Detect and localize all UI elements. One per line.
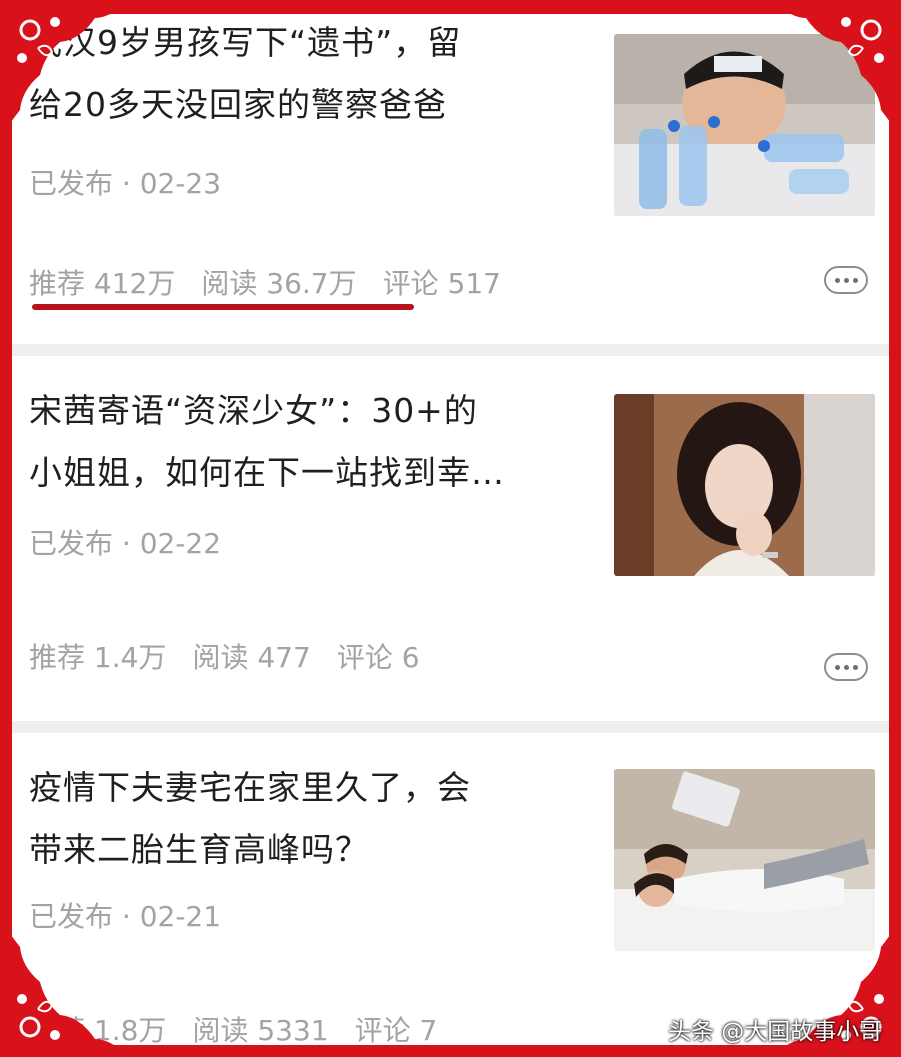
more-dots-icon — [834, 277, 840, 283]
comment-count: 评论 517 — [382, 267, 501, 300]
article-card[interactable]: 宋茜寄语“资深少女”：30+的 小姐姐，如何在下一站找到幸… 已发布 · 02-… — [12, 356, 889, 721]
article-title-line: 小姐姐，如何在下一站找到幸… — [29, 453, 505, 492]
more-dot — [852, 277, 858, 283]
publish-date: 已发布 · 02-23 — [29, 167, 222, 200]
article-title[interactable]: 疫情下夫妻宅在家里久了，会 带来二胎生育高峰吗？ — [29, 757, 609, 881]
comment-count: 评论 6 — [336, 641, 420, 674]
watermark: 头条 @大国故事小哥 — [668, 1019, 883, 1045]
article-thumbnail[interactable] — [614, 394, 875, 576]
more-dot — [843, 277, 849, 283]
more-dot — [843, 664, 849, 670]
woman-portrait-photo-icon — [614, 394, 875, 576]
papercut-ornament-icon — [0, 0, 130, 140]
read-count: 阅读 477 — [192, 641, 311, 674]
article-stats: 推荐 1.4万 阅读 477 评论 6 — [29, 636, 446, 676]
papercut-ornament-icon — [0, 917, 130, 1057]
papercut-ornament-icon — [771, 0, 901, 140]
more-options-button[interactable] — [824, 653, 868, 681]
decorative-corner-top-right — [751, 0, 901, 150]
read-count: 阅读 5331 — [192, 1014, 329, 1045]
red-underline-annotation — [32, 304, 414, 310]
decorative-corner-top-left — [0, 0, 150, 150]
article-title-line: 疫情下夫妻宅在家里久了，会 — [29, 768, 471, 807]
more-dots-icon — [834, 664, 840, 670]
article-feed: 武汉9岁男孩写下“遗书”，留 给20多天没回家的警察爸爸 已发布 · 02-23… — [12, 14, 889, 1045]
publish-date: 已发布 · 02-22 — [29, 527, 222, 560]
recommend-count: 推荐 412万 — [29, 267, 176, 300]
article-title-line: 宋茜寄语“资深少女”：30+的 — [29, 391, 478, 430]
decorative-corner-bottom-left — [0, 907, 150, 1057]
article-title[interactable]: 宋茜寄语“资深少女”：30+的 小姐姐，如何在下一站找到幸… — [29, 380, 609, 504]
article-title-line: 带来二胎生育高峰吗？ — [29, 830, 369, 869]
more-options-button[interactable] — [824, 266, 868, 294]
article-stats: 推荐 412万 阅读 36.7万 评论 517 — [29, 262, 527, 302]
comment-count: 评论 7 — [354, 1014, 438, 1045]
recommend-count: 推荐 1.4万 — [29, 641, 167, 674]
read-count: 阅读 36.7万 — [201, 267, 357, 300]
more-dot — [852, 664, 858, 670]
